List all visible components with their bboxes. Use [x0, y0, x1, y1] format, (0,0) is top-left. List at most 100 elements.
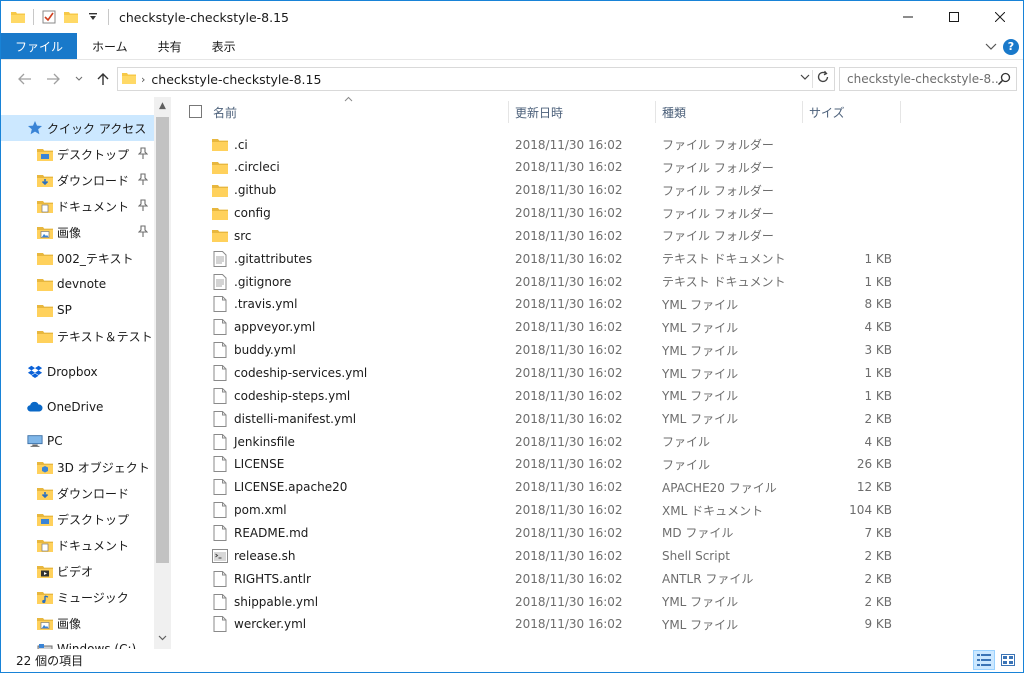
file-row[interactable]: LICENSE 2018/11/30 16:02 ファイル 26 KB [172, 453, 1023, 476]
file-size: 26 KB [856, 457, 892, 472]
navigation-pane: クイック アクセス デスクトップ ダウンロード ドキュメント 画像 002_テキスト dev… [1, 97, 171, 649]
sidebar-item[interactable]: ドキュメント [1, 193, 154, 219]
file-row[interactable]: pom.xml 2018/11/30 16:02 XML ドキュメント 104 KB [172, 499, 1023, 522]
file-row[interactable]: release.sh 2018/11/30 16:02 Shell Script 2 … [172, 544, 1023, 567]
pin-icon [137, 199, 149, 214]
forward-arrow-icon[interactable] [43, 69, 63, 89]
sidebar-item[interactable]: 3D オブジェクト [1, 454, 154, 480]
sidebar-item[interactable]: devnote [1, 271, 154, 297]
sidebar-item[interactable]: ダウンロード [1, 480, 154, 506]
tab-home[interactable]: ホーム [77, 33, 143, 59]
file-row[interactable]: .gitignore 2018/11/30 16:02 テキスト ドキュメント 1 K… [172, 270, 1023, 293]
file-row[interactable]: .gitattributes 2018/11/30 16:02 テキスト ドキュメン… [172, 247, 1023, 270]
file-row[interactable]: .travis.yml 2018/11/30 16:02 YML ファイル 8 KB [172, 293, 1023, 316]
file-type: ファイル [662, 457, 711, 472]
pin-icon [137, 147, 149, 162]
sidebar-item[interactable]: Windows (C:) [1, 636, 154, 649]
sidebar-item[interactable]: 002_テキスト [1, 245, 154, 271]
maximize-icon [949, 12, 959, 22]
navigation-pane-scrollbar[interactable]: ▲ [154, 97, 171, 649]
file-size [812, 133, 892, 156]
scroll-down-icon[interactable] [154, 629, 171, 647]
breadcrumb-chevron-icon[interactable]: › [141, 73, 145, 86]
file-row[interactable]: appveyor.yml 2018/11/30 16:02 YML ファイル 4 KB [172, 316, 1023, 339]
file-size: 2 KB [864, 548, 892, 563]
minimize-button[interactable] [885, 1, 931, 33]
sidebar-item[interactable]: 画像 [1, 610, 154, 636]
scrollbar-thumb[interactable] [156, 117, 169, 563]
file-row[interactable]: LICENSE.apache20 2018/11/30 16:02 APACHE20… [172, 476, 1023, 499]
sidebar-item[interactable]: デスクトップ [1, 141, 154, 167]
file-row[interactable]: shippable.yml 2018/11/30 16:02 YML ファイル 2 K… [172, 590, 1023, 613]
help-icon[interactable]: ? [1003, 38, 1019, 55]
sidebar-item[interactable]: ドキュメント [1, 532, 154, 558]
file-name-cell: .gitattributes [212, 247, 312, 270]
address-path[interactable]: checkstyle-checkstyle-8.15 [151, 72, 321, 87]
sidebar-item[interactable]: PC [1, 428, 154, 454]
refresh-icon[interactable] [816, 70, 830, 88]
tab-view[interactable]: 表示 [197, 33, 251, 59]
sidebar-item[interactable]: ビデオ [1, 558, 154, 584]
column-header-size[interactable]: サイズ [802, 97, 900, 127]
details-view-button[interactable] [973, 650, 995, 670]
file-size: 12 KB [856, 480, 892, 495]
sidebar-item[interactable]: テキスト＆テスト [1, 323, 154, 349]
file-name: LICENSE.apache20 [234, 480, 348, 495]
new-folder-icon[interactable] [60, 6, 82, 28]
file-icon [212, 502, 228, 519]
column-header-name[interactable]: 名前 [206, 97, 508, 127]
sidebar-item[interactable]: 画像 [1, 219, 154, 245]
sidebar-item[interactable]: OneDrive [1, 394, 154, 420]
file-row[interactable]: Jenkinsfile 2018/11/30 16:02 ファイル 4 KB [172, 430, 1023, 453]
file-row[interactable]: .ci 2018/11/30 16:02 ファイル フォルダー [172, 133, 1023, 156]
file-name: distelli-manifest.yml [234, 411, 357, 426]
file-row[interactable]: README.md 2018/11/30 16:02 MD ファイル 7 KB [172, 521, 1023, 544]
expand-ribbon-icon[interactable] [985, 40, 997, 54]
file-size: 1 KB [864, 251, 892, 266]
column-divider[interactable] [900, 101, 901, 123]
file-icon [212, 570, 228, 587]
file-row[interactable]: wercker.yml 2018/11/30 16:02 YML ファイル 9 KB [172, 613, 1023, 636]
file-date: 2018/11/30 16:02 [515, 343, 623, 358]
sidebar-item-label: Windows (C:) [57, 642, 137, 649]
large-icons-view-button[interactable] [997, 650, 1019, 670]
pin-icon [137, 173, 149, 188]
file-type: YML ファイル [662, 595, 739, 609]
search-input[interactable]: checkstyle-checkstyle-8... [847, 72, 1003, 86]
sidebar-item[interactable]: ダウンロード [1, 167, 154, 193]
file-row[interactable]: src 2018/11/30 16:02 ファイル フォルダー [172, 224, 1023, 247]
close-button[interactable] [977, 1, 1023, 33]
folder-icon [37, 250, 53, 266]
file-row[interactable]: .circleci 2018/11/30 16:02 ファイル フォルダー [172, 156, 1023, 179]
sidebar-item[interactable]: クイック アクセス [1, 115, 154, 141]
file-row[interactable]: codeship-services.yml 2018/11/30 16:02 YML… [172, 362, 1023, 385]
tab-share[interactable]: 共有 [143, 33, 197, 59]
select-all-checkbox[interactable] [189, 105, 202, 118]
customize-toolbar-icon[interactable] [82, 6, 104, 28]
column-header-type[interactable]: 種類 [655, 97, 802, 127]
maximize-button[interactable] [931, 1, 977, 33]
sidebar-item[interactable]: SP [1, 297, 154, 323]
file-row[interactable]: codeship-steps.yml 2018/11/30 16:02 YML ファ… [172, 384, 1023, 407]
file-row[interactable]: RIGHTS.antlr 2018/11/30 16:02 ANTLR ファイル 2 … [172, 567, 1023, 590]
file-row[interactable]: distelli-manifest.yml 2018/11/30 16:02 YML… [172, 407, 1023, 430]
sidebar-item[interactable]: Dropbox [1, 359, 154, 385]
search-box[interactable]: checkstyle-checkstyle-8... [839, 67, 1017, 91]
column-header-date[interactable]: 更新日時 [508, 97, 655, 127]
file-row[interactable]: config 2018/11/30 16:02 ファイル フォルダー [172, 202, 1023, 225]
properties-icon[interactable] [38, 6, 60, 28]
back-arrow-icon[interactable] [15, 69, 35, 89]
address-bar[interactable]: › checkstyle-checkstyle-8.15 [117, 67, 835, 91]
text-file-icon [212, 250, 228, 267]
tab-file[interactable]: ファイル [1, 33, 78, 59]
up-arrow-icon[interactable] [93, 69, 113, 89]
sidebar-item[interactable]: ミュージック [1, 584, 154, 610]
scroll-up-icon[interactable]: ▲ [154, 97, 171, 115]
search-icon[interactable] [997, 72, 1011, 89]
file-row[interactable]: buddy.yml 2018/11/30 16:02 YML ファイル 3 KB [172, 339, 1023, 362]
chevron-down-icon[interactable] [800, 71, 810, 84]
sidebar-item[interactable]: デスクトップ [1, 506, 154, 532]
file-row[interactable]: .github 2018/11/30 16:02 ファイル フォルダー [172, 179, 1023, 202]
documents-folder-icon [37, 537, 53, 553]
recent-locations-icon[interactable] [69, 69, 89, 89]
